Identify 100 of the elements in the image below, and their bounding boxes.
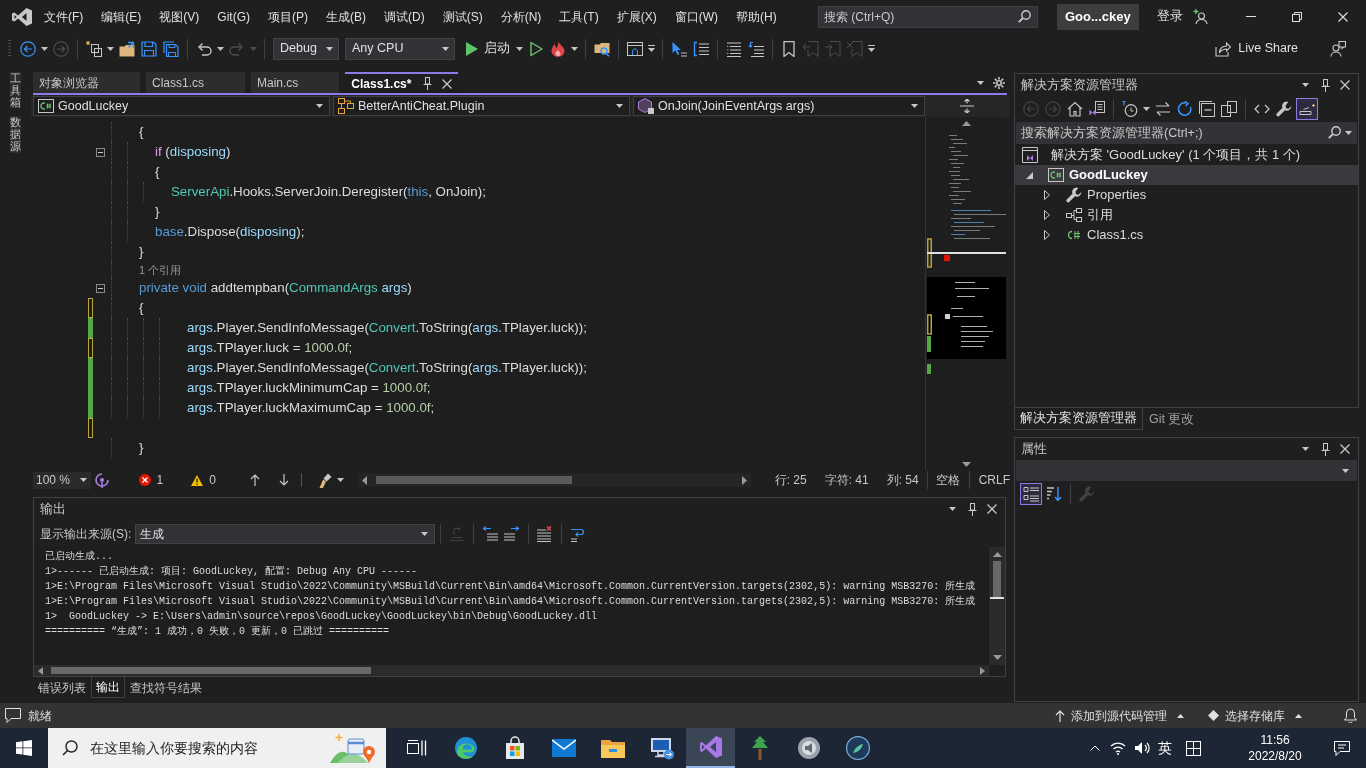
sign-in-link[interactable]: 登录 xyxy=(1156,7,1183,26)
horizontal-scrollbar[interactable] xyxy=(34,665,989,676)
scroll-up-icon[interactable] xyxy=(992,552,1002,557)
menu-item[interactable]: 工具(T) xyxy=(550,7,608,26)
refresh-icon[interactable] xyxy=(1177,101,1193,117)
close-icon[interactable] xyxy=(1340,444,1350,454)
configuration-dropdown[interactable]: Debug xyxy=(273,37,339,60)
lines-right-arrow-icon[interactable] xyxy=(504,525,521,542)
folder-search-icon[interactable] xyxy=(594,40,610,57)
warning-icon[interactable] xyxy=(191,474,204,486)
menu-item[interactable]: 扩展(X) xyxy=(607,7,666,26)
document-tab[interactable]: Class1.cs xyxy=(146,72,245,93)
person-bubble-icon[interactable] xyxy=(1330,40,1346,57)
collapsed-arrow-icon[interactable] xyxy=(1044,210,1050,220)
window-icon[interactable] xyxy=(627,40,643,57)
menu-item[interactable]: 编辑(E) xyxy=(92,7,151,26)
caret-icon[interactable] xyxy=(336,478,344,482)
pin-icon[interactable] xyxy=(423,77,433,90)
panel-tab[interactable]: Git 更改 xyxy=(1143,408,1201,430)
scrollbar-thumb[interactable] xyxy=(993,561,1001,597)
bell-icon[interactable] xyxy=(1344,708,1357,723)
side-tab[interactable]: 数据源 xyxy=(10,116,21,153)
sparkle-boxes-icon[interactable] xyxy=(86,40,102,57)
brush-icon[interactable] xyxy=(318,472,332,488)
caret-icon[interactable] xyxy=(1345,131,1352,135)
clock-time[interactable]: 11:56 xyxy=(1260,732,1290,748)
chevron-up-icon[interactable] xyxy=(1090,745,1100,751)
windows-logo-icon[interactable] xyxy=(16,740,32,756)
pin-icon[interactable] xyxy=(968,502,977,516)
caret-icon[interactable] xyxy=(1342,468,1349,473)
user-add-icon[interactable] xyxy=(1192,9,1208,24)
document-icon[interactable] xyxy=(1089,101,1105,117)
vertical-scrollbar[interactable] xyxy=(989,547,1005,665)
volume-icon[interactable] xyxy=(1134,741,1150,755)
spiral-icon[interactable] xyxy=(94,472,109,488)
search-field[interactable]: 搜索 (Ctrl+Q) xyxy=(818,5,1038,28)
pin-icon[interactable] xyxy=(1321,78,1330,92)
warning-count[interactable]: 0 xyxy=(209,471,216,489)
app-logo-icon[interactable] xyxy=(12,6,32,27)
expanded-arrow-icon[interactable] xyxy=(1025,171,1033,179)
output-source-dropdown[interactable]: 生成 xyxy=(135,523,436,544)
caret-icon[interactable] xyxy=(516,46,523,51)
wrench-icon[interactable] xyxy=(1276,101,1292,117)
caret-icon[interactable] xyxy=(616,104,623,108)
panel-tab[interactable]: 输出 xyxy=(91,677,125,698)
close-icon[interactable] xyxy=(442,78,453,89)
scroll-down-icon[interactable] xyxy=(961,462,971,467)
lines-hook-arrow-icon[interactable] xyxy=(748,40,764,57)
taskbar-search-field[interactable]: 在这里输入你要搜索的内容 xyxy=(48,728,386,768)
flame-icon[interactable] xyxy=(550,40,566,57)
panel-tab[interactable]: 查找符号结果 xyxy=(125,677,207,698)
caret-icon[interactable] xyxy=(1302,447,1309,451)
play-outline-icon[interactable] xyxy=(528,40,544,57)
scrollbar-thumb[interactable] xyxy=(51,667,371,674)
caret-icon[interactable] xyxy=(977,80,984,85)
caret-icon[interactable] xyxy=(1143,107,1150,111)
tree-item[interactable]: 解决方案 'GoodLuckey' (1 个项目，共 1 个) xyxy=(1015,145,1358,165)
document-tab[interactable]: Class1.cs* xyxy=(345,72,459,93)
document-tab[interactable]: 对象浏览器 xyxy=(33,72,140,93)
minus-box-icon[interactable] xyxy=(95,147,105,157)
member-dropdown[interactable]: OnJoin(JoinEventArgs args) xyxy=(633,96,925,116)
document-tab[interactable]: Main.cs xyxy=(251,72,340,93)
sort-down-icon[interactable] xyxy=(1046,486,1062,502)
minus-squares-icon[interactable] xyxy=(1199,101,1215,117)
settings-icon[interactable] xyxy=(993,76,1005,89)
collapsed-arrow-icon[interactable] xyxy=(1044,230,1050,240)
close-icon[interactable] xyxy=(1340,80,1350,90)
scroll-right-icon[interactable] xyxy=(741,475,747,485)
grid-icon[interactable] xyxy=(1186,740,1201,756)
tree-item[interactable]: Properties xyxy=(1015,185,1358,205)
tree-item[interactable]: Class1.cs xyxy=(1015,225,1358,245)
pointer-icon[interactable] xyxy=(671,40,687,57)
overflow-icon[interactable] xyxy=(868,45,875,52)
save-icon[interactable] xyxy=(141,40,157,57)
caret-icon[interactable] xyxy=(326,46,333,51)
live-share-button[interactable]: Live Share xyxy=(1215,39,1298,58)
bookmark-icon[interactable] xyxy=(781,40,797,57)
caret-icon[interactable] xyxy=(911,104,918,108)
grouped-list-icon[interactable] xyxy=(1020,483,1042,505)
lines-cross-icon[interactable] xyxy=(537,525,554,542)
caret-icon[interactable] xyxy=(41,46,48,51)
panel-tab[interactable]: 解决方案资源管理器 xyxy=(1014,408,1143,430)
scroll-left-icon[interactable] xyxy=(361,475,367,485)
line-ending-mode[interactable]: CRLF xyxy=(978,471,1010,489)
search-field[interactable]: 搜索解决方案资源管理器(Ctrl+;) xyxy=(1016,122,1357,144)
menu-item[interactable]: 测试(S) xyxy=(433,7,492,26)
caret-icon[interactable] xyxy=(1302,83,1309,87)
scroll-down-icon[interactable] xyxy=(992,655,1002,660)
tree-item[interactable]: GoodLuckey xyxy=(1015,165,1358,185)
caret-icon[interactable] xyxy=(949,507,956,511)
start-button[interactable]: 启动 xyxy=(462,37,514,60)
caret-icon[interactable] xyxy=(107,46,114,51)
zoom-dropdown[interactable]: 100 % xyxy=(33,471,91,489)
caret-icon[interactable] xyxy=(79,478,87,482)
overflow-icon[interactable] xyxy=(648,45,655,52)
pin-icon[interactable] xyxy=(1321,442,1330,456)
save-all-icon[interactable] xyxy=(163,40,179,57)
caret-icon[interactable] xyxy=(217,46,224,51)
arrow-up-icon[interactable] xyxy=(249,474,260,486)
scroll-right-icon[interactable] xyxy=(980,666,985,675)
